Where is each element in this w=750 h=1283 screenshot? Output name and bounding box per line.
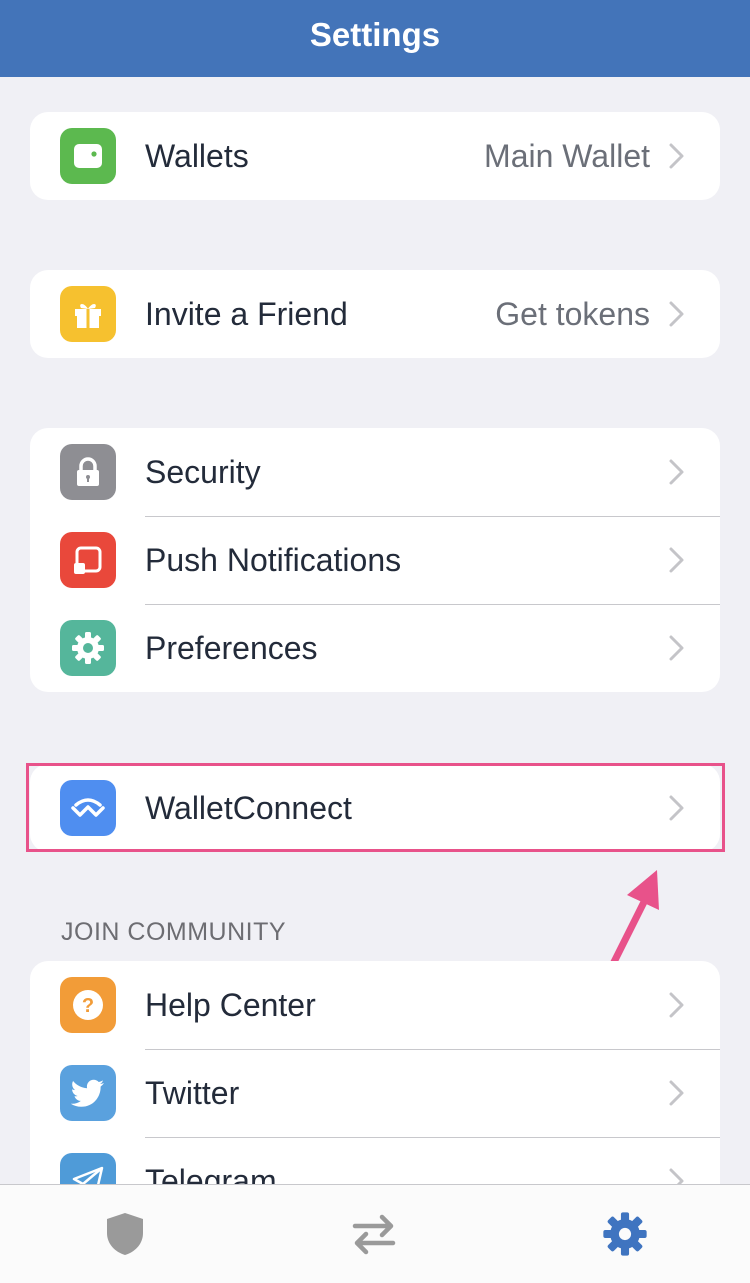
wallet-tab[interactable] bbox=[100, 1209, 150, 1259]
twitter-label: Twitter bbox=[145, 1074, 240, 1111]
wallet-icon bbox=[60, 128, 116, 184]
wallets-label: Wallets bbox=[145, 137, 249, 174]
gear-icon bbox=[60, 620, 116, 676]
security-row[interactable]: Security bbox=[30, 428, 720, 516]
push-notifications-label: Push Notifications bbox=[145, 541, 402, 578]
walletconnect-card: WalletConnect bbox=[30, 764, 720, 852]
twitter-icon bbox=[60, 1065, 116, 1121]
chevron-right-icon bbox=[669, 547, 684, 573]
dapps-tab[interactable] bbox=[349, 1209, 399, 1259]
gear-icon bbox=[603, 1212, 647, 1256]
chevron-right-icon bbox=[669, 1080, 684, 1106]
shield-icon bbox=[107, 1213, 143, 1255]
push-notifications-row[interactable]: Push Notifications bbox=[30, 516, 720, 604]
walletconnect-row[interactable]: WalletConnect bbox=[30, 764, 720, 852]
svg-text:?: ? bbox=[82, 995, 94, 1017]
chevron-right-icon bbox=[669, 992, 684, 1018]
invite-row[interactable]: Invite a Friend Get tokens bbox=[30, 270, 720, 358]
wallets-card: Wallets Main Wallet bbox=[30, 112, 720, 200]
settings-tab[interactable] bbox=[600, 1209, 650, 1259]
security-label: Security bbox=[145, 453, 261, 490]
invite-value: Get tokens bbox=[495, 295, 650, 332]
nav-bar: Settings bbox=[0, 0, 750, 77]
help-center-label: Help Center bbox=[145, 986, 316, 1023]
page-title: Settings bbox=[309, 15, 441, 53]
chevron-right-icon bbox=[669, 459, 684, 485]
notification-icon bbox=[60, 532, 116, 588]
wallets-row[interactable]: Wallets Main Wallet bbox=[30, 112, 720, 200]
tab-bar bbox=[0, 1184, 750, 1283]
walletconnect-icon bbox=[60, 780, 116, 836]
settings-group-card: Security Push Notifications Preferences bbox=[30, 428, 720, 692]
chevron-right-icon bbox=[669, 143, 684, 169]
swap-arrows-icon bbox=[352, 1214, 396, 1255]
gift-icon bbox=[60, 286, 116, 342]
chevron-right-icon bbox=[669, 795, 684, 821]
question-icon: ? bbox=[60, 977, 116, 1033]
community-card: ? Help Center Twitter Telegram bbox=[30, 961, 720, 1221]
twitter-row[interactable]: Twitter bbox=[30, 1049, 720, 1137]
chevron-right-icon bbox=[669, 301, 684, 327]
walletconnect-label: WalletConnect bbox=[145, 789, 352, 826]
preferences-label: Preferences bbox=[145, 629, 318, 666]
help-center-row[interactable]: ? Help Center bbox=[30, 961, 720, 1049]
chevron-right-icon bbox=[669, 635, 684, 661]
wallets-value: Main Wallet bbox=[484, 137, 650, 174]
invite-label: Invite a Friend bbox=[145, 295, 348, 332]
preferences-row[interactable]: Preferences bbox=[30, 604, 720, 692]
section-heading: JOIN COMMUNITY bbox=[61, 918, 287, 946]
invite-card: Invite a Friend Get tokens bbox=[30, 270, 720, 358]
lock-icon bbox=[60, 444, 116, 500]
